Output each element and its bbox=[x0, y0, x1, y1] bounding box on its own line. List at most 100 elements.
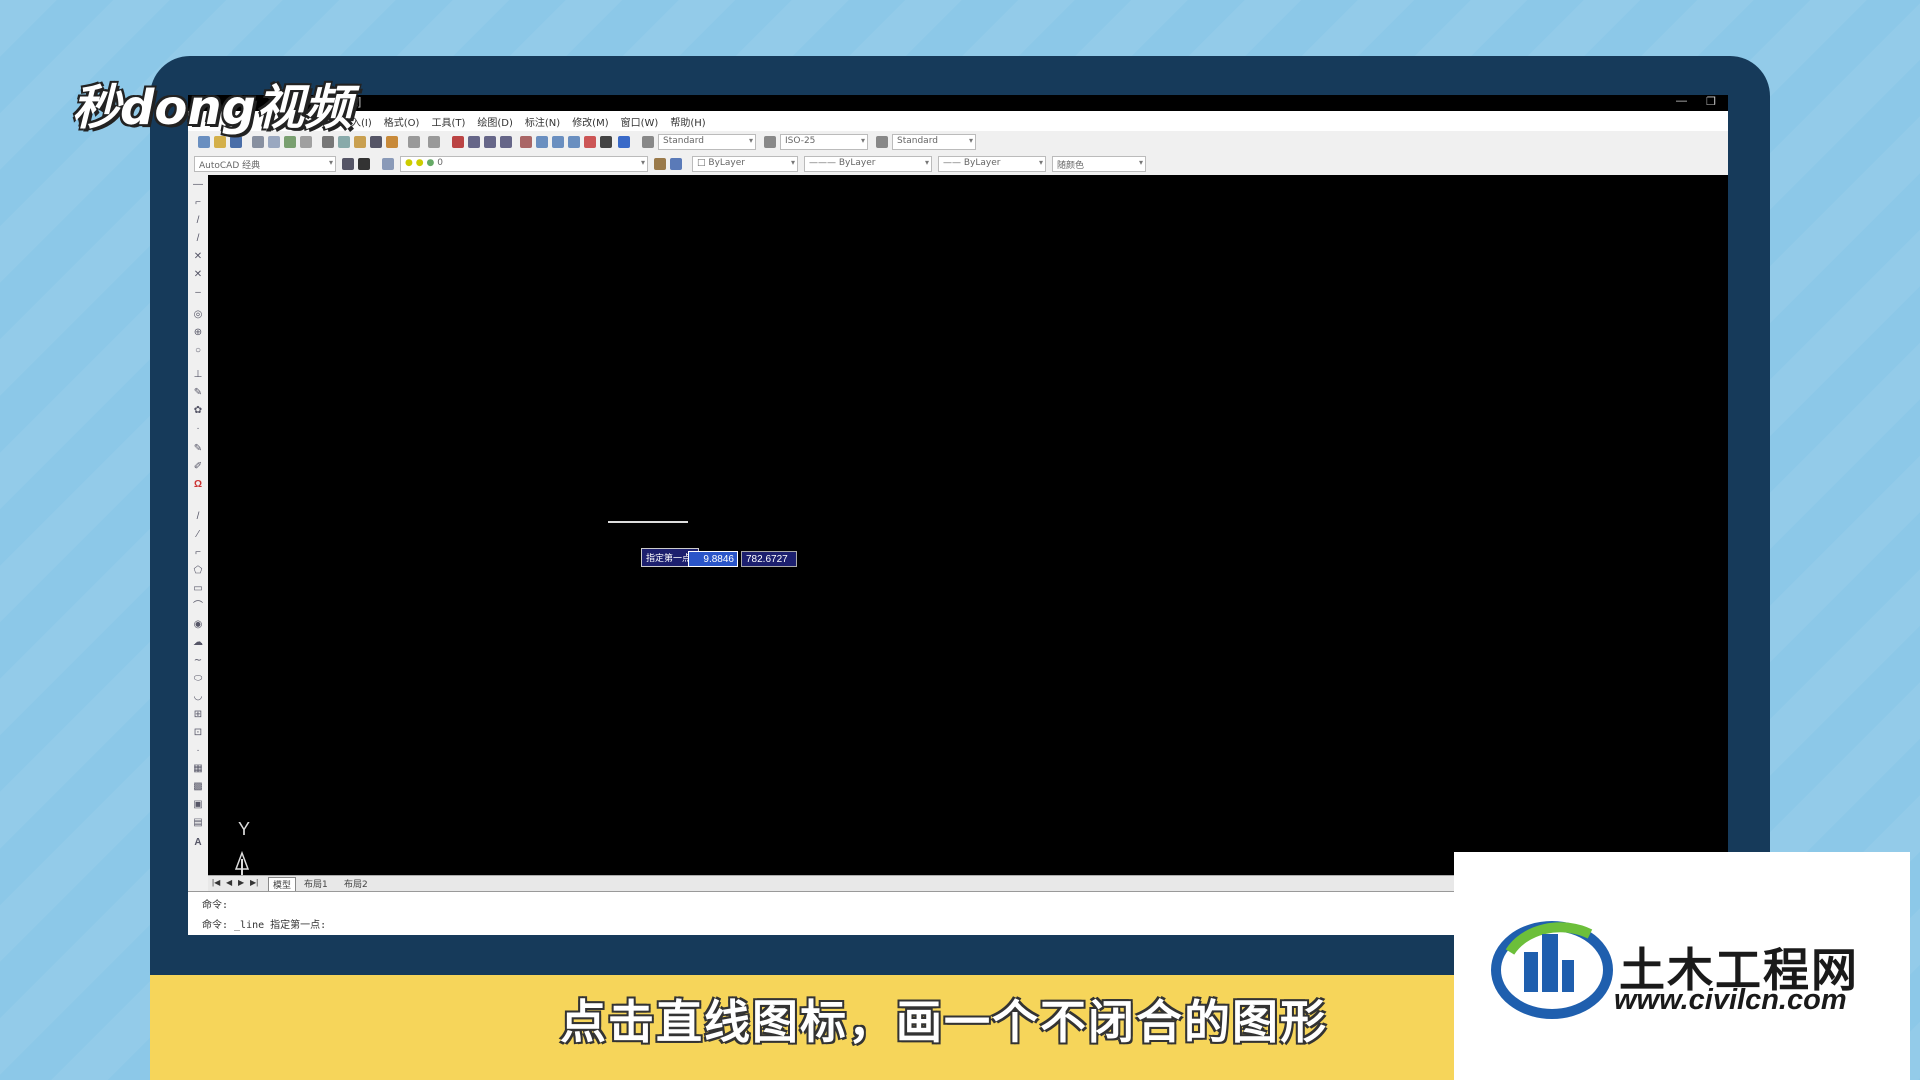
table-icon[interactable]: ▤ bbox=[192, 817, 204, 829]
arc-icon[interactable]: ⌒ bbox=[192, 601, 204, 613]
erase-icon[interactable]: ✕ bbox=[192, 251, 204, 263]
tab-layout1[interactable]: 布局1 bbox=[300, 877, 332, 890]
construction-line-icon[interactable]: ⌐ bbox=[192, 197, 204, 209]
layer-previous-icon[interactable] bbox=[670, 158, 682, 170]
tab-layout2[interactable]: 布局2 bbox=[340, 877, 372, 890]
draw-line-icon[interactable]: / bbox=[192, 511, 204, 523]
chevron-down-icon: ▾ bbox=[640, 158, 645, 167]
tool-palettes-icon[interactable] bbox=[552, 136, 564, 148]
pencil-icon[interactable]: ✎ bbox=[192, 387, 204, 399]
layer-select[interactable]: ● ● ● 0 ▾ bbox=[400, 156, 648, 172]
layers-toolbar: AutoCAD 经典 ▾ ● ● ● 0 ▾ □ ByLayer ▾ ——— ByLa… bbox=[188, 153, 1728, 176]
rectangle-icon[interactable]: ▭ bbox=[192, 583, 204, 595]
menu-dimension[interactable]: 标注(N) bbox=[525, 114, 560, 129]
table-style-value: Standard bbox=[897, 136, 938, 146]
line-icon[interactable]: — bbox=[192, 179, 204, 191]
prev-tab-button[interactable]: ◀ bbox=[226, 878, 232, 887]
point-icon[interactable]: · bbox=[192, 745, 204, 757]
lineweight-select[interactable]: —— ByLayer ▾ bbox=[938, 156, 1046, 172]
ray-icon[interactable]: / bbox=[192, 233, 204, 245]
zoom-window-icon[interactable] bbox=[484, 136, 496, 148]
brush-icon[interactable]: ✐ bbox=[192, 461, 204, 473]
chevron-down-icon: ▾ bbox=[328, 158, 333, 167]
match-properties-icon[interactable] bbox=[370, 136, 382, 148]
circle-tangent-icon[interactable]: ⊕ bbox=[192, 327, 204, 339]
dynamic-input-y[interactable]: 782.6727 bbox=[741, 551, 797, 567]
markup-icon[interactable] bbox=[584, 136, 596, 148]
command-current-line: 命令: _line 指定第一点: bbox=[202, 920, 327, 931]
region-icon[interactable]: ▣ bbox=[192, 799, 204, 811]
tab-model[interactable]: 模型 bbox=[268, 877, 297, 892]
plotstyle-select[interactable]: 随颜色 ▾ bbox=[1052, 156, 1146, 172]
save-workspace-icon[interactable] bbox=[358, 158, 370, 170]
minimize-button[interactable]: — bbox=[1676, 95, 1687, 107]
undo-icon[interactable] bbox=[408, 136, 420, 148]
brush-icon[interactable] bbox=[386, 136, 398, 148]
plotstyle-value: 随颜色 bbox=[1057, 161, 1085, 171]
color-select[interactable]: □ ByLayer ▾ bbox=[692, 156, 798, 172]
ucs-y-label: Y bbox=[238, 819, 251, 839]
menu-window[interactable]: 窗口(W) bbox=[621, 114, 659, 129]
watermark-logo: 秒dong视频 bbox=[72, 80, 352, 136]
hatch-icon[interactable]: ✿ bbox=[192, 405, 204, 417]
dim-style-select[interactable]: ISO-25 ▾ bbox=[780, 134, 868, 150]
circle-draw-icon[interactable]: ◉ bbox=[192, 619, 204, 631]
calculator-icon[interactable] bbox=[600, 136, 612, 148]
pan-icon[interactable] bbox=[452, 136, 464, 148]
circle-center-icon[interactable]: ◎ bbox=[192, 309, 204, 321]
text-style-select[interactable]: Standard ▾ bbox=[658, 134, 756, 150]
layer-manager-icon[interactable] bbox=[382, 158, 394, 170]
dot-icon[interactable]: · bbox=[192, 423, 204, 435]
spline-icon[interactable]: ∼ bbox=[192, 655, 204, 667]
next-tab-button[interactable]: ▶ bbox=[238, 878, 244, 887]
polyline-icon[interactable]: / bbox=[192, 215, 204, 227]
menu-modify[interactable]: 修改(M) bbox=[572, 114, 608, 129]
extend-icon[interactable]: – bbox=[192, 287, 204, 299]
text-style-icon bbox=[642, 136, 654, 148]
dim-style-value: ISO-25 bbox=[785, 136, 816, 146]
drawing-canvas[interactable]: 指定第一点: 9.8846 782.6727 Y X bbox=[208, 175, 1728, 935]
edit-icon[interactable]: ✎ bbox=[192, 443, 204, 455]
draw-polyline-icon[interactable]: ⌐ bbox=[192, 547, 204, 559]
workspace-settings-icon[interactable] bbox=[342, 158, 354, 170]
draw-xline-icon[interactable]: ⁄ bbox=[192, 529, 204, 541]
make-block-icon[interactable]: ⊡ bbox=[192, 727, 204, 739]
drawn-line bbox=[608, 521, 688, 523]
linetype-sample-icon: ——— bbox=[809, 158, 836, 168]
redo-icon[interactable] bbox=[428, 136, 440, 148]
magnet-icon[interactable]: Ω bbox=[192, 479, 204, 491]
chevron-down-icon: ▾ bbox=[924, 158, 929, 167]
perpendicular-icon[interactable]: ⊥ bbox=[192, 369, 204, 381]
menu-tools[interactable]: 工具(T) bbox=[431, 114, 465, 129]
restore-button[interactable]: ❐ bbox=[1706, 95, 1716, 108]
gradient-icon[interactable]: ▩ bbox=[192, 781, 204, 793]
first-tab-button[interactable]: |◀ bbox=[212, 878, 220, 887]
menu-help[interactable]: 帮助(H) bbox=[670, 114, 705, 129]
subtitle-caption: 点击直线图标，画一个不闭合的图形 bbox=[560, 995, 1328, 1049]
properties-icon[interactable] bbox=[520, 136, 532, 148]
help-icon[interactable] bbox=[618, 136, 630, 148]
dynamic-input-x[interactable]: 9.8846 bbox=[688, 551, 738, 567]
design-center-icon[interactable] bbox=[536, 136, 548, 148]
linetype-select[interactable]: ——— ByLayer ▾ bbox=[804, 156, 932, 172]
menu-draw[interactable]: 绘图(D) bbox=[477, 114, 513, 129]
chevron-down-icon: ▾ bbox=[748, 136, 753, 145]
zoom-previous-icon[interactable] bbox=[500, 136, 512, 148]
last-tab-button[interactable]: ▶| bbox=[250, 878, 258, 887]
paste-icon[interactable] bbox=[354, 136, 366, 148]
trim-icon[interactable]: ✕ bbox=[192, 269, 204, 281]
table-style-select[interactable]: Standard ▾ bbox=[892, 134, 976, 150]
workspace-select[interactable]: AutoCAD 经典 ▾ bbox=[194, 156, 336, 172]
circle-icon[interactable]: ○ bbox=[192, 345, 204, 357]
make-current-layer-icon[interactable] bbox=[654, 158, 666, 170]
polygon-icon[interactable]: ⬠ bbox=[192, 565, 204, 577]
revcloud-icon[interactable]: ☁ bbox=[192, 637, 204, 649]
ellipse-arc-icon[interactable]: ◡ bbox=[192, 691, 204, 703]
sheet-set-icon[interactable] bbox=[568, 136, 580, 148]
hatch-draw-icon[interactable]: ▦ bbox=[192, 763, 204, 775]
multiline-text-icon[interactable]: A bbox=[192, 837, 204, 849]
insert-block-icon[interactable]: ⊞ bbox=[192, 709, 204, 721]
menu-format[interactable]: 格式(O) bbox=[384, 114, 420, 129]
zoom-realtime-icon[interactable] bbox=[468, 136, 480, 148]
ellipse-icon[interactable]: ⬭ bbox=[192, 673, 204, 685]
